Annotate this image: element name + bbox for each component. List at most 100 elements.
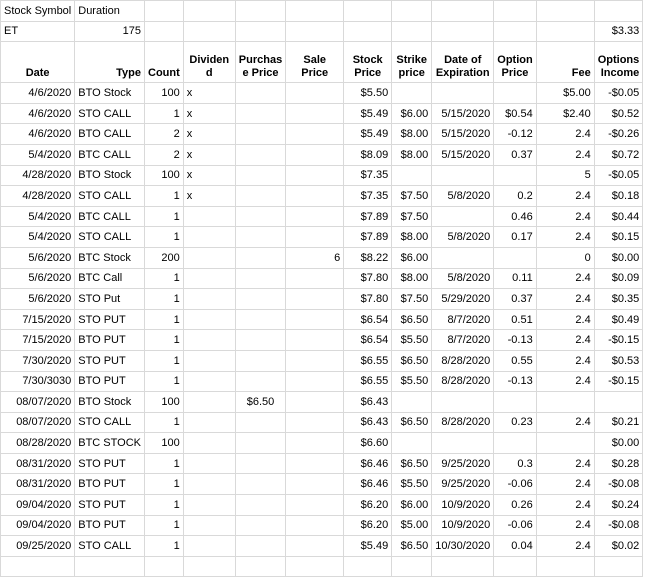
cell-sale-price[interactable] — [285, 102, 345, 125]
cell-dividend[interactable] — [182, 329, 236, 351]
cell-stock-price[interactable]: $6.55 — [343, 349, 393, 372]
header-sale-price[interactable]: Sale Price — [285, 41, 345, 84]
header-type[interactable]: Type — [74, 41, 146, 84]
cell-date[interactable]: 08/07/2020 — [0, 391, 76, 413]
header-dividend[interactable]: Dividen d — [182, 41, 236, 84]
cell-purchase-price[interactable] — [234, 308, 287, 331]
cell-date[interactable]: 5/6/2020 — [0, 246, 76, 269]
cell-count[interactable]: 1 — [144, 102, 184, 125]
cell-purchase-price[interactable] — [234, 123, 287, 145]
cell-expiration[interactable] — [431, 391, 495, 413]
cell-purchase-price[interactable] — [234, 535, 287, 557]
cell-dividend[interactable]: x — [182, 123, 236, 145]
cell-options-income[interactable]: -$0.08 — [593, 514, 644, 537]
cell-type[interactable]: BTO CALL — [74, 123, 146, 145]
cell-stock-price[interactable]: $7.35 — [343, 164, 393, 187]
cell-date[interactable]: 4/28/2020 — [0, 164, 76, 187]
cell-count[interactable]: 1 — [144, 288, 184, 310]
cell-count[interactable]: 100 — [144, 432, 184, 454]
cell-expiration[interactable]: 9/25/2020 — [431, 473, 495, 496]
cell-stock-symbol[interactable]: ET — [0, 20, 76, 43]
cell-type[interactable]: BTC Call — [74, 267, 146, 290]
cell-option-price[interactable] — [493, 391, 537, 413]
cell-option-price[interactable]: -0.13 — [493, 329, 537, 351]
cell-expiration[interactable]: 9/25/2020 — [431, 452, 495, 475]
cell-date[interactable]: 09/25/2020 — [0, 535, 76, 557]
cell-dividend[interactable] — [182, 555, 236, 577]
cell-empty[interactable] — [234, 0, 287, 22]
cell-type[interactable]: BTC Stock — [74, 246, 146, 269]
cell-count[interactable]: 1 — [144, 535, 184, 557]
cell-dividend[interactable] — [182, 432, 236, 454]
cell-fee[interactable]: 2.4 — [535, 267, 595, 290]
header-option-price[interactable]: Option Price — [493, 41, 537, 84]
cell-empty[interactable] — [144, 0, 184, 22]
cell-date[interactable]: 08/31/2020 — [0, 452, 76, 475]
cell-options-income[interactable]: $0.35 — [593, 288, 644, 310]
cell-count[interactable] — [144, 555, 184, 577]
cell-date[interactable]: 7/30/2020 — [0, 349, 76, 372]
cell-option-price[interactable] — [493, 246, 537, 269]
cell-dividend[interactable] — [182, 226, 236, 248]
cell-empty[interactable] — [493, 0, 537, 22]
cell-expiration[interactable]: 10/9/2020 — [431, 494, 495, 516]
cell-expiration[interactable]: 5/15/2020 — [431, 123, 495, 145]
cell-dividend[interactable] — [182, 246, 236, 269]
cell-strike-price[interactable]: $7.50 — [391, 205, 433, 228]
cell-stock-symbol-label[interactable]: Stock Symbol — [0, 0, 76, 22]
cell-option-price[interactable]: 0.51 — [493, 308, 537, 331]
cell-option-price[interactable]: 0.26 — [493, 494, 537, 516]
cell-strike-price[interactable]: $6.50 — [391, 308, 433, 331]
cell-options-income[interactable]: $0.00 — [593, 246, 644, 269]
header-expiration[interactable]: Date of Expiration — [431, 41, 495, 84]
cell-duration[interactable]: 175 — [74, 20, 146, 43]
cell-empty[interactable] — [285, 20, 345, 43]
cell-options-income[interactable]: $0.72 — [593, 143, 644, 166]
cell-fee[interactable] — [535, 555, 595, 577]
cell-strike-price[interactable]: $7.50 — [391, 185, 433, 207]
cell-option-price[interactable]: -0.13 — [493, 370, 537, 393]
cell-count[interactable]: 200 — [144, 246, 184, 269]
cell-expiration[interactable] — [431, 164, 495, 187]
cell-dividend[interactable] — [182, 308, 236, 331]
cell-expiration[interactable]: 5/15/2020 — [431, 143, 495, 166]
cell-stock-price[interactable]: $6.55 — [343, 370, 393, 393]
cell-purchase-price[interactable] — [234, 226, 287, 248]
cell-count[interactable]: 100 — [144, 391, 184, 413]
cell-count[interactable]: 1 — [144, 514, 184, 537]
cell-stock-price[interactable]: $7.80 — [343, 288, 393, 310]
cell-count[interactable]: 1 — [144, 185, 184, 207]
cell-sale-price[interactable]: 6 — [285, 246, 345, 269]
cell-empty[interactable] — [343, 20, 393, 43]
cell-expiration[interactable]: 5/29/2020 — [431, 288, 495, 310]
cell-dividend[interactable] — [182, 494, 236, 516]
cell-strike-price[interactable]: $6.50 — [391, 535, 433, 557]
cell-date[interactable]: 09/04/2020 — [0, 514, 76, 537]
cell-purchase-price[interactable] — [234, 555, 287, 577]
cell-empty[interactable] — [182, 0, 236, 22]
cell-type[interactable]: BTC CALL — [74, 205, 146, 228]
cell-empty[interactable] — [493, 20, 537, 43]
cell-stock-price[interactable]: $5.49 — [343, 102, 393, 125]
cell-empty[interactable] — [285, 0, 345, 22]
cell-empty[interactable] — [343, 0, 393, 22]
cell-fee[interactable]: 2.4 — [535, 349, 595, 372]
cell-sale-price[interactable] — [285, 82, 345, 104]
cell-option-price[interactable]: 0.11 — [493, 267, 537, 290]
cell-expiration[interactable] — [431, 82, 495, 104]
cell-strike-price[interactable]: $6.00 — [391, 102, 433, 125]
cell-fee[interactable]: 2.4 — [535, 143, 595, 166]
cell-stock-price[interactable]: $8.09 — [343, 143, 393, 166]
cell-expiration[interactable] — [431, 246, 495, 269]
cell-option-price[interactable]: 0.55 — [493, 349, 537, 372]
cell-type[interactable]: BTC CALL — [74, 143, 146, 166]
cell-strike-price[interactable]: $6.00 — [391, 494, 433, 516]
cell-strike-price[interactable]: $7.50 — [391, 288, 433, 310]
cell-sale-price[interactable] — [285, 267, 345, 290]
cell-expiration[interactable]: 8/7/2020 — [431, 329, 495, 351]
cell-strike-price[interactable]: $6.50 — [391, 452, 433, 475]
cell-sale-price[interactable] — [285, 308, 345, 331]
cell-type[interactable]: STO PUT — [74, 349, 146, 372]
cell-option-price[interactable]: 0.23 — [493, 411, 537, 434]
cell-fee[interactable]: 2.4 — [535, 288, 595, 310]
